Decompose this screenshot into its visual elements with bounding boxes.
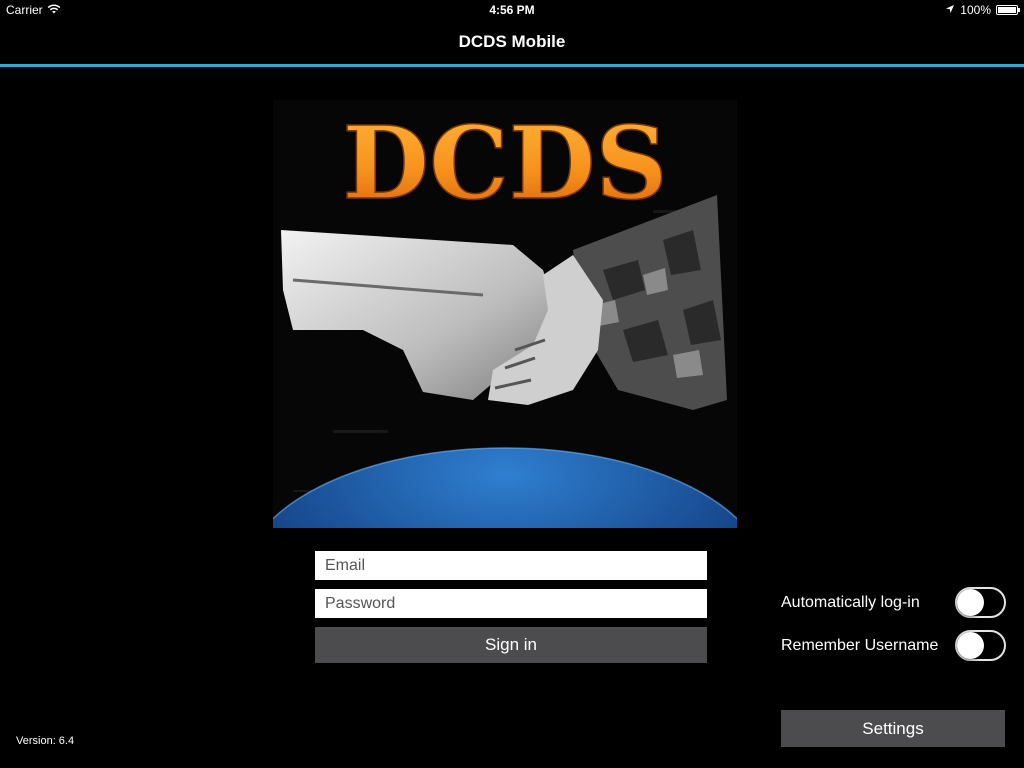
toggle-knob: [957, 589, 984, 616]
sign-in-button[interactable]: Sign in: [315, 627, 707, 663]
battery-fill: [998, 7, 1016, 13]
toggle-knob: [957, 632, 984, 659]
remember-username-toggle[interactable]: [955, 630, 1006, 661]
remember-username-label: Remember Username: [781, 637, 939, 654]
battery-percent: 100%: [960, 3, 991, 17]
status-time: 4:56 PM: [489, 3, 535, 17]
dcds-logo: DCDS: [273, 100, 737, 528]
auto-login-toggle[interactable]: [955, 587, 1006, 618]
nav-bar: DCDS Mobile: [0, 22, 1024, 64]
battery-icon: [996, 5, 1020, 15]
auto-login-label: Automatically log-in: [781, 594, 920, 611]
password-field[interactable]: [315, 589, 707, 618]
logo-text: DCDS: [342, 104, 667, 222]
settings-button[interactable]: Settings: [781, 710, 1005, 747]
battery-tip: [1018, 8, 1020, 12]
status-right-group: 100%: [945, 3, 1020, 17]
version-label: Version: 6.4: [16, 735, 75, 747]
page-title: DCDS Mobile: [458, 32, 566, 51]
status-bar: Carrier 4:56 PM 100%: [0, 0, 1024, 22]
logo-artwork: DCDS: [273, 100, 737, 528]
nav-divider: [0, 64, 1024, 67]
location-arrow-icon: [945, 3, 955, 17]
email-field[interactable]: [315, 551, 707, 580]
